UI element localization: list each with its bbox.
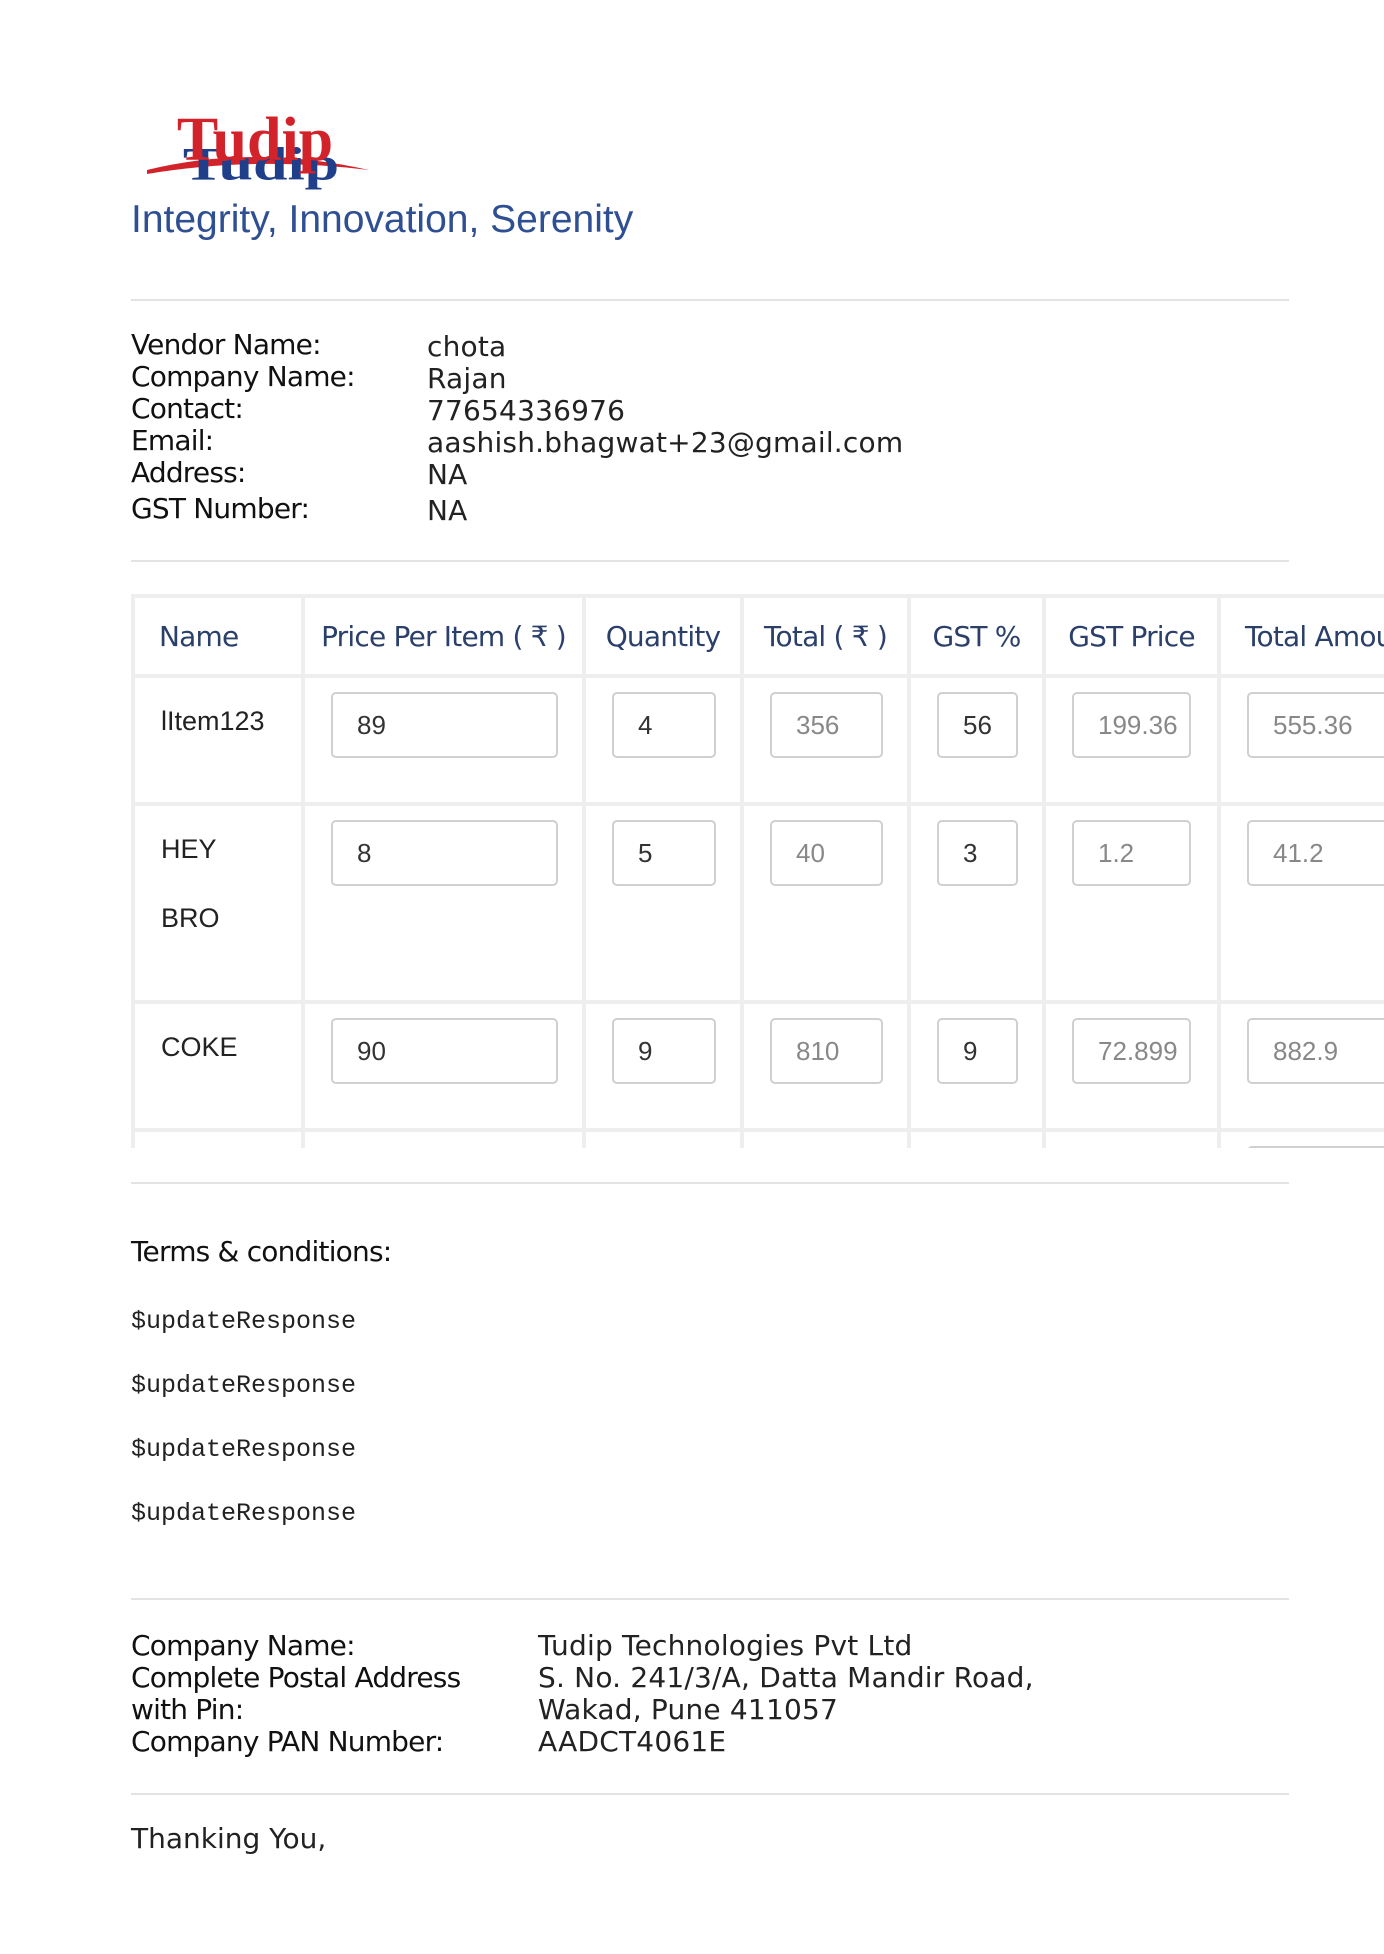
quantity-input[interactable]: 9 <box>612 1018 716 1084</box>
tudip-logo: Tudip Tudip <box>147 106 369 190</box>
col-header-name: Name <box>131 594 305 678</box>
empty-cell <box>582 1128 744 1148</box>
items-table-container[interactable]: Name Price Per Item ( ₹ ) Quantity Total… <box>131 594 1384 1148</box>
vendor-address-value: NA <box>427 458 468 491</box>
item-name-cell: lItem123 <box>131 674 305 806</box>
vendor-email-value: aashish.bhagwat+23@gmail.com <box>427 426 904 459</box>
gst-price-field[interactable]: 1.2 <box>1072 820 1191 886</box>
gst-price-cell: 72.899 <box>1042 1000 1221 1132</box>
price-input[interactable]: 90 <box>331 1018 558 1084</box>
grand-total-label: Total ( ₹ ) <box>1042 1128 1221 1148</box>
item-name: lItem123 <box>161 706 265 736</box>
company-pan-value: AADCT4061E <box>538 1725 727 1758</box>
gst-percent-cell: 56 <box>907 674 1046 806</box>
total-field[interactable]: 810 <box>770 1018 883 1084</box>
quantity-cell: 4 <box>582 674 744 806</box>
item-name-cell: HEY BRO <box>131 802 305 1004</box>
company-address-line2: Wakad, Pune 411057 <box>538 1693 839 1726</box>
item-name-cell: COKE <box>131 1000 305 1132</box>
total-cell: 40 <box>740 802 911 1004</box>
divider <box>131 299 1289 301</box>
vendor-name-value: chota <box>427 330 507 363</box>
company-pan-label: Company PAN Number: <box>131 1725 444 1758</box>
closing-text: Thanking You, <box>131 1822 327 1855</box>
item-name-line2: BRO <box>161 903 220 933</box>
company-address-label: Complete Postal Address <box>131 1661 461 1694</box>
divider <box>131 560 1289 562</box>
term-item: $updateResponse <box>131 1371 357 1400</box>
quantity-input[interactable]: 4 <box>612 692 716 758</box>
empty-cell <box>907 1128 1046 1148</box>
terms-title: Terms & conditions: <box>131 1235 392 1268</box>
vendor-company-label: Company Name: <box>131 360 356 393</box>
term-item: $updateResponse <box>131 1307 357 1336</box>
grand-total-cell: 1279 <box>1217 1128 1384 1148</box>
term-item: $updateResponse <box>131 1499 357 1528</box>
table-row: lItem123 89 4 356 56 199.36 555.36 <box>131 674 1384 806</box>
grand-total-row: Total ( ₹ ) 1279 <box>131 1128 1384 1148</box>
col-header-gst-price: GST Price <box>1042 594 1221 678</box>
vendor-contact-value: 77654336976 <box>427 394 626 427</box>
col-header-price: Price Per Item ( ₹ ) <box>301 594 586 678</box>
total-amount-cell: 555.36 <box>1217 674 1384 806</box>
gst-percent-cell: 3 <box>907 802 1046 1004</box>
total-amount-field[interactable]: 882.9 <box>1247 1018 1384 1084</box>
col-header-quantity: Quantity <box>582 594 744 678</box>
divider <box>131 1793 1289 1795</box>
total-amount-field[interactable]: 555.36 <box>1247 692 1384 758</box>
item-name: COKE <box>161 1032 238 1062</box>
col-header-total: Total ( ₹ ) <box>740 594 911 678</box>
price-cell: 8 <box>301 802 586 1004</box>
divider <box>131 1598 1289 1600</box>
price-cell: 90 <box>301 1000 586 1132</box>
item-name: HEY <box>161 834 217 864</box>
total-cell: 356 <box>740 674 911 806</box>
gst-percent-input[interactable]: 3 <box>937 820 1018 886</box>
logo-text-front: Tudip <box>177 106 333 174</box>
total-amount-cell: 41.2 <box>1217 802 1384 1004</box>
empty-cell <box>301 1128 586 1148</box>
price-input[interactable]: 89 <box>331 692 558 758</box>
company-name-value: Tudip Technologies Pvt Ltd <box>538 1629 913 1662</box>
gst-percent-input[interactable]: 56 <box>937 692 1018 758</box>
vendor-address-label: Address: <box>131 456 246 489</box>
gst-price-cell: 1.2 <box>1042 802 1221 1004</box>
total-cell: 810 <box>740 1000 911 1132</box>
price-input[interactable]: 8 <box>331 820 558 886</box>
vendor-gst-value: NA <box>427 494 468 527</box>
vendor-company-value: Rajan <box>427 362 507 395</box>
empty-cell <box>740 1128 911 1148</box>
empty-cell <box>131 1128 305 1148</box>
items-table: Name Price Per Item ( ₹ ) Quantity Total… <box>131 594 1384 1148</box>
gst-percent-cell: 9 <box>907 1000 1046 1132</box>
table-header-row: Name Price Per Item ( ₹ ) Quantity Total… <box>131 594 1384 678</box>
price-cell: 89 <box>301 674 586 806</box>
quantity-cell: 5 <box>582 802 744 1004</box>
company-address-label-2: with Pin: <box>131 1693 244 1726</box>
tagline: Integrity, Innovation, Serenity <box>131 198 634 241</box>
table-row: HEY BRO 8 5 40 3 1.2 41.2 <box>131 802 1384 1004</box>
gst-price-field[interactable]: 199.36 <box>1072 692 1191 758</box>
total-amount-cell: 882.9 <box>1217 1000 1384 1132</box>
company-address-line1: S. No. 241/3/A, Datta Mandir Road, <box>538 1661 1034 1694</box>
col-header-total-amount: Total Amou <box>1217 594 1384 678</box>
quantity-cell: 9 <box>582 1000 744 1132</box>
table-row: COKE 90 9 810 9 72.899 882.9 <box>131 1000 1384 1132</box>
total-field[interactable]: 40 <box>770 820 883 886</box>
gst-price-field[interactable]: 72.899 <box>1072 1018 1191 1084</box>
gst-percent-input[interactable]: 9 <box>937 1018 1018 1084</box>
divider <box>131 1182 1289 1184</box>
company-name-label: Company Name: <box>131 1629 356 1662</box>
col-header-gst-percent: GST % <box>907 594 1046 678</box>
total-field[interactable]: 356 <box>770 692 883 758</box>
term-item: $updateResponse <box>131 1435 357 1464</box>
gst-price-cell: 199.36 <box>1042 674 1221 806</box>
quantity-input[interactable]: 5 <box>612 820 716 886</box>
grand-total-field[interactable]: 1279 <box>1247 1146 1384 1148</box>
total-amount-field[interactable]: 41.2 <box>1247 820 1384 886</box>
vendor-name-label: Vendor Name: <box>131 328 322 361</box>
vendor-email-label: Email: <box>131 424 214 457</box>
vendor-gst-label: GST Number: <box>131 492 310 525</box>
vendor-contact-label: Contact: <box>131 392 244 425</box>
